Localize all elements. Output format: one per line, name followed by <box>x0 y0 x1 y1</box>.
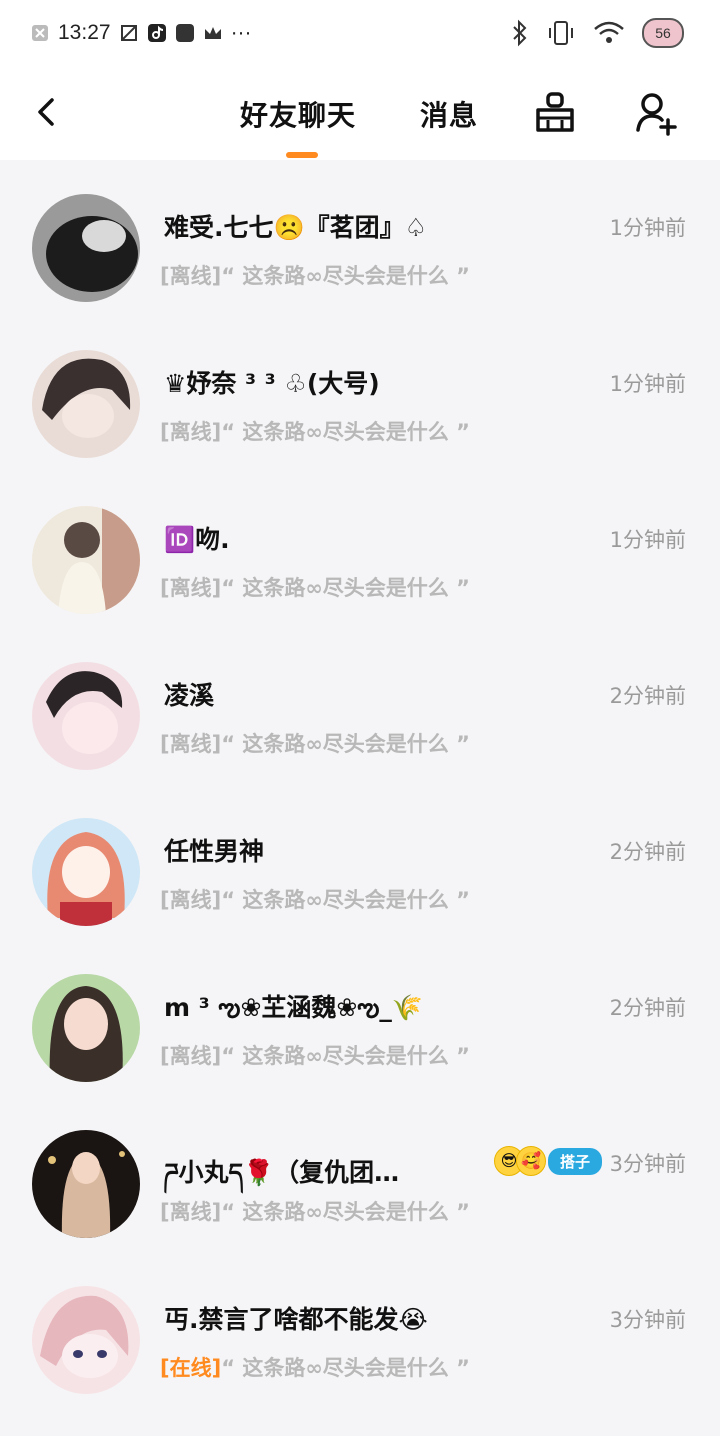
message-time: 1分钟前 <box>609 528 686 552</box>
contact-name: 丏.禁言了啥都不能发😭 <box>164 1305 428 1334</box>
message-time: 2分钟前 <box>609 684 686 708</box>
contact-name: 🆔吻. <box>164 525 230 554</box>
message-preview: [离线]“ 这条路∞尽头会是什么 ” <box>160 1040 470 1070</box>
tab-friend-chat[interactable]: 好友聊天 <box>240 94 356 134</box>
message-time: 1分钟前 <box>609 216 686 240</box>
preview-text: “ 这条路∞尽头会是什么 ” <box>221 732 470 756</box>
contact-name: 凌溪 <box>164 681 215 710</box>
badge-group: 😎 🥰 搭子 <box>494 1146 603 1176</box>
preview-text: “ 这条路∞尽头会是什么 ” <box>221 264 470 288</box>
crown-icon <box>204 27 221 39</box>
status-bar-right: 56 <box>510 16 684 50</box>
contact-name: 任性男神 <box>164 837 265 866</box>
preview-text: “ 这条路∞尽头会是什么 ” <box>221 1044 470 1068</box>
avatar <box>32 1286 140 1394</box>
add-user-icon[interactable] <box>632 88 682 138</box>
online-status: [离线] <box>160 1044 222 1068</box>
online-status: [离线] <box>160 264 222 288</box>
chat-list: 难受.七七☹️『茗团』♤ 1分钟前 [离线]“ 这条路∞尽头会是什么 ” ♛妤奈… <box>0 160 720 1408</box>
avatar <box>32 350 140 458</box>
message-time: 2分钟前 <box>609 996 686 1020</box>
chat-row[interactable]: 🆔吻. 1分钟前 [离线]“ 这条路∞尽头会是什么 ” <box>0 472 720 628</box>
avatar <box>32 818 140 926</box>
preview-text: “ 这条路∞尽头会是什么 ” <box>221 420 470 444</box>
online-status: [离线] <box>160 732 222 756</box>
chat-row[interactable]: 丏.禁言了啥都不能发😭 3分钟前 [在线]“ 这条路∞尽头会是什么 ” <box>0 1252 720 1408</box>
message-time: 2分钟前 <box>609 840 686 864</box>
battery-indicator: 56 <box>642 18 684 48</box>
message-time: 1分钟前 <box>609 372 686 396</box>
message-preview: [离线]“ 这条路∞尽头会是什么 ” <box>160 260 470 290</box>
preview-text: “ 这条路∞尽头会是什么 ” <box>221 888 470 912</box>
avatar <box>32 194 140 302</box>
emoji-badge: 🥰 <box>516 1146 546 1176</box>
square-icon <box>175 24 194 42</box>
chat-row[interactable]: 凌溪 2分钟前 [离线]“ 这条路∞尽头会是什么 ” <box>0 628 720 784</box>
active-tab-indicator <box>286 152 318 158</box>
vibrate-icon <box>549 21 573 45</box>
wifi-icon <box>594 21 624 43</box>
avatar <box>32 506 140 614</box>
message-preview: [离线]“ 这条路∞尽头会是什么 ” <box>160 884 470 914</box>
message-preview: [离线]“ 这条路∞尽头会是什么 ” <box>160 728 470 758</box>
notification-x-icon <box>32 25 48 41</box>
chat-row[interactable]: m ³ ఌ❀芏涵魏❀ఌ_🌾 2分钟前 [离线]“ 这条路∞尽头会是什么 ” <box>0 940 720 1096</box>
app-icon <box>120 25 137 41</box>
chat-row[interactable]: 任性男神 2分钟前 [离线]“ 这条路∞尽头会是什么 ” <box>0 784 720 940</box>
chat-header: 好友聊天 消息 <box>0 66 720 160</box>
message-time: 3分钟前 <box>609 1152 686 1176</box>
chat-row[interactable]: ♛妤奈 ³ ³ ♧(大号) 1分钟前 [离线]“ 这条路∞尽头会是什么 ” <box>0 316 720 472</box>
preview-text: “ 这条路∞尽头会是什么 ” <box>221 576 470 600</box>
chat-row[interactable]: ཌ小丸ད🌹（复仇团… 😎 🥰 搭子 3分钟前 [离线]“ 这条路∞尽头会是什么 … <box>0 1096 720 1252</box>
avatar <box>32 974 140 1082</box>
broom-icon[interactable] <box>530 88 580 138</box>
message-time: 3分钟前 <box>609 1308 686 1332</box>
contact-name: ♛妤奈 ³ ³ ♧(大号) <box>164 369 380 398</box>
message-preview: [在线]“ 这条路∞尽头会是什么 ” <box>160 1352 470 1382</box>
online-status: [离线] <box>160 1200 222 1224</box>
message-preview: [离线]“ 这条路∞尽头会是什么 ” <box>160 416 470 446</box>
preview-text: “ 这条路∞尽头会是什么 ” <box>221 1200 470 1224</box>
more-indicator: ··· <box>230 21 252 44</box>
contact-name: m ³ ఌ❀芏涵魏❀ఌ_🌾 <box>164 993 424 1022</box>
back-arrow-icon[interactable] <box>28 92 68 132</box>
preview-text: “ 这条路∞尽头会是什么 ” <box>221 1356 470 1380</box>
status-bar: 13:27 ··· 56 <box>0 0 720 66</box>
status-bar-left: 13:27 ··· <box>30 18 252 48</box>
online-status: [离线] <box>160 888 222 912</box>
avatar <box>32 1130 140 1238</box>
tag-badge: 搭子 <box>548 1147 603 1175</box>
online-status: [离线] <box>160 576 222 600</box>
tiktok-icon <box>147 24 166 42</box>
message-preview: [离线]“ 这条路∞尽头会是什么 ” <box>160 1196 470 1226</box>
avatar <box>32 662 140 770</box>
tab-messages[interactable]: 消息 <box>420 94 478 134</box>
contact-name: 难受.七七☹️『茗团』♤ <box>164 213 428 242</box>
online-status: [在线] <box>160 1356 222 1380</box>
chat-row[interactable]: 难受.七七☹️『茗团』♤ 1分钟前 [离线]“ 这条路∞尽头会是什么 ” <box>0 160 720 316</box>
clock-time: 13:27 <box>58 21 111 44</box>
online-status: [离线] <box>160 420 222 444</box>
message-preview: [离线]“ 这条路∞尽头会是什么 ” <box>160 572 470 602</box>
bluetooth-icon <box>513 19 527 47</box>
